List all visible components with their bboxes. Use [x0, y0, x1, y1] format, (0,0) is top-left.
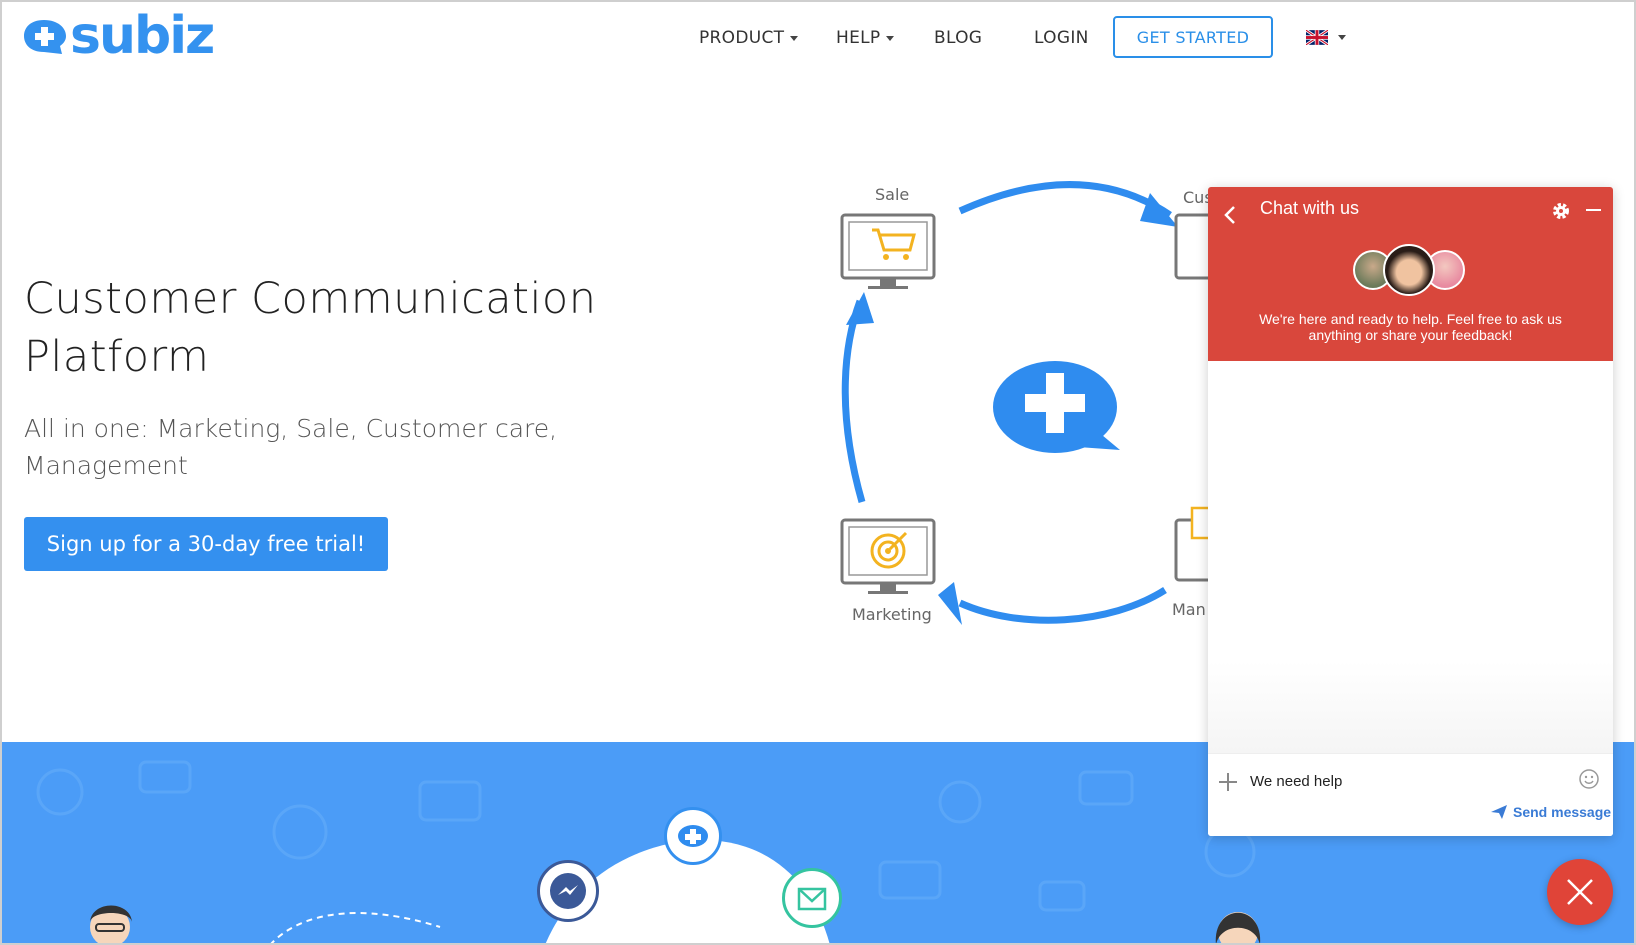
nav-login[interactable]: LOGIN — [1034, 28, 1089, 48]
chat-composer: Send message — [1208, 753, 1613, 836]
send-message-button[interactable]: Send message — [1490, 804, 1611, 820]
chat-header: Chat with us We're here and ready to hel… — [1208, 187, 1613, 361]
send-message-label: Send message — [1513, 804, 1612, 820]
support-agent-female-avatar — [1215, 912, 1261, 945]
support-agent-avatar — [90, 905, 132, 945]
arrow-left — [841, 299, 866, 503]
close-icon — [1567, 879, 1593, 905]
arrow-head-bottom — [938, 582, 962, 625]
label-sale: Sale — [875, 185, 910, 204]
hero-title-line: Customer Communication — [24, 274, 597, 324]
platform-diagram: Sale Cus Marketing Man — [820, 175, 1220, 645]
minimize-icon[interactable] — [1582, 199, 1604, 221]
chat-messages — [1208, 361, 1613, 761]
uk-flag-icon — [1306, 30, 1328, 45]
chat-title: Chat with us — [1260, 198, 1360, 218]
chat-message-input[interactable] — [1250, 768, 1550, 794]
arrow-bottom — [958, 587, 1167, 624]
sale-monitor-icon — [840, 213, 936, 289]
label-marketing: Marketing — [852, 605, 932, 624]
gear-icon[interactable] — [1550, 200, 1572, 222]
emoji-icon[interactable] — [1578, 768, 1600, 790]
hero-title: Customer Communication Platform — [24, 270, 644, 386]
avatar — [1383, 244, 1435, 296]
marketing-monitor-icon — [840, 518, 936, 594]
chat-description-line: We're here and ready to help. Feel free … — [1259, 311, 1562, 327]
nav-product-label: PRODUCT — [699, 28, 785, 48]
hero-subtitle: All in one: Marketing, Sale, Customer ca… — [24, 410, 584, 484]
label-management: Man — [1172, 600, 1206, 619]
hero-title-line: Platform — [24, 332, 210, 382]
nav-help-label: HELP — [836, 28, 881, 48]
chevron-down-icon — [886, 35, 895, 41]
messenger-icon[interactable] — [537, 860, 599, 922]
back-arrow-icon[interactable] — [1220, 203, 1240, 227]
language-selector[interactable] — [1306, 30, 1346, 45]
chat-widget: Chat with us We're here and ready to hel… — [1208, 187, 1613, 836]
nav-product[interactable]: PRODUCT — [699, 28, 799, 48]
chevron-down-icon — [1338, 35, 1346, 40]
subiz-channel-icon[interactable] — [664, 807, 722, 865]
arrow-top — [958, 181, 1172, 218]
chevron-down-icon — [790, 35, 799, 41]
attach-plus-icon[interactable] — [1218, 772, 1238, 792]
agent-avatars — [1353, 244, 1473, 296]
arrow-head-left — [846, 292, 874, 325]
get-started-button[interactable]: GET STARTED — [1113, 16, 1273, 58]
close-chat-button[interactable] — [1547, 859, 1613, 925]
email-icon[interactable] — [782, 868, 842, 928]
hero-subtitle-line: All in one: Marketing, Sale, Customer ca… — [24, 414, 558, 443]
send-icon — [1491, 805, 1507, 819]
top-nav: PRODUCT HELP BLOG LOGIN GET STARTED — [0, 16, 1636, 62]
nav-help[interactable]: HELP — [836, 28, 895, 48]
site-header: subiz PRODUCT HELP BLOG LOGIN GET STARTE… — [0, 0, 1636, 80]
chat-description-line: anything or share your feedback! — [1308, 327, 1513, 343]
free-trial-button[interactable]: Sign up for a 30-day free trial! — [24, 517, 388, 571]
subiz-center-bubble-icon — [993, 361, 1120, 453]
chat-description: We're here and ready to help. Feel free … — [1228, 311, 1593, 343]
nav-blog[interactable]: BLOG — [934, 28, 982, 48]
hero-subtitle-line: Management — [24, 451, 188, 480]
